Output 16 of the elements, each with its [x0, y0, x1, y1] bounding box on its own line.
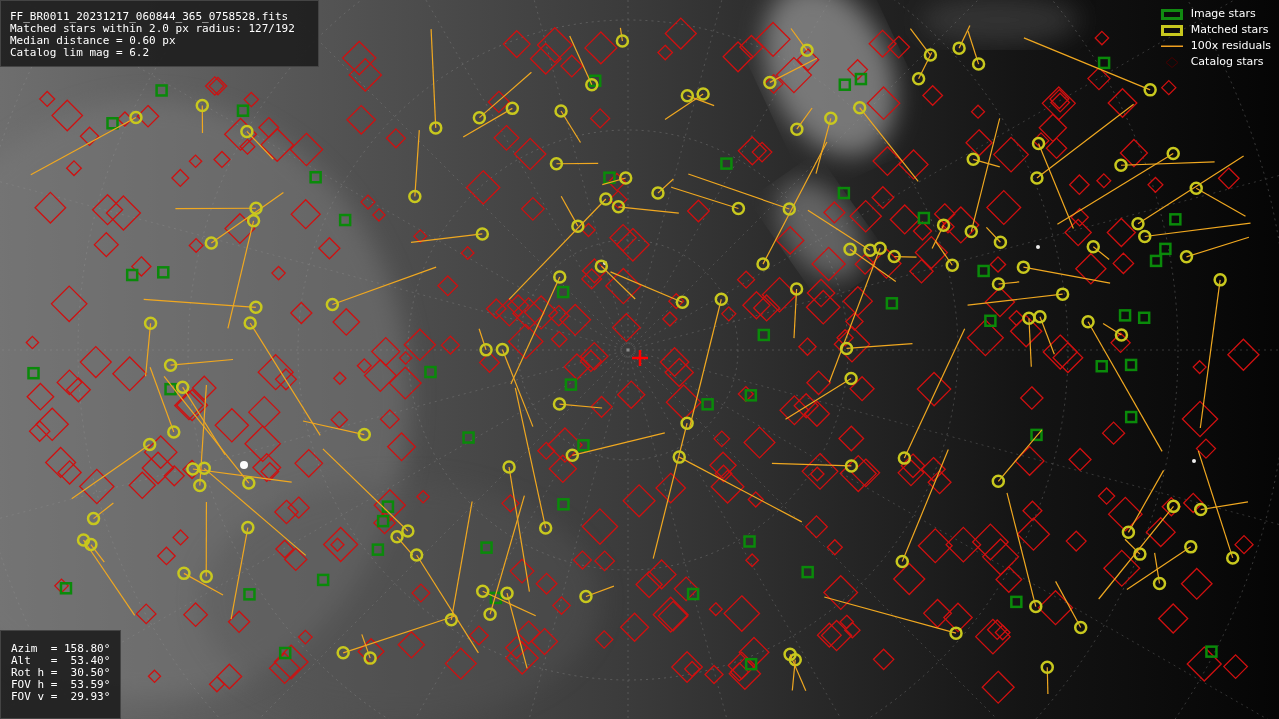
info-text: FF_BR0011_20231217_060844_365_0758528.fits [10, 11, 290, 22]
info-text: Rot h = 30.50° [11, 667, 110, 678]
info-text: Catalog lim mag = 6.2 [10, 47, 151, 58]
legend-label: Matched stars [1190, 23, 1269, 37]
line-swatch-icon [1160, 44, 1183, 48]
info-text: Matched stars within 2.0 px radius: 127/192 [10, 23, 296, 34]
legend-label: Catalog stars [1190, 55, 1264, 69]
legend-label: 100x residuals [1190, 39, 1271, 53]
legend-label: Image stars [1190, 7, 1256, 21]
rectangle-swatch-icon [1160, 8, 1183, 20]
info-text: FOV v = 29.93° [11, 691, 110, 702]
info-text: Alt = 53.40° [11, 655, 110, 666]
info-text: Median distance = 0.60 px [10, 35, 177, 46]
rectangle-swatch-icon [1160, 24, 1183, 36]
info-text: Azim = 158.80° [11, 643, 110, 654]
info-text: FOV h = 53.59° [11, 679, 110, 690]
